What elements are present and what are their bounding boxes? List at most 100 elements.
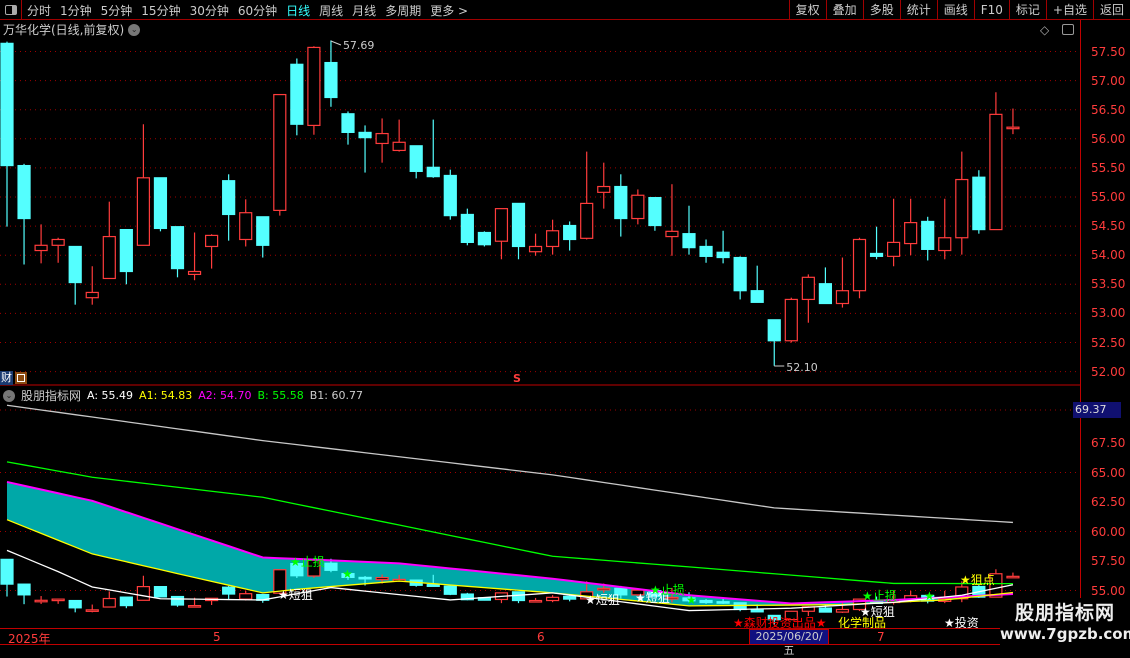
candle-body bbox=[222, 586, 236, 595]
indicator-candle bbox=[409, 579, 423, 587]
candle-body bbox=[631, 194, 645, 220]
price-candle bbox=[119, 228, 133, 285]
green-star-icon: ★ bbox=[342, 567, 353, 581]
candle-body bbox=[614, 185, 628, 220]
price-candle bbox=[938, 198, 952, 260]
candle-body bbox=[801, 276, 815, 301]
candle-body bbox=[597, 587, 611, 591]
candle-body bbox=[750, 608, 764, 613]
indicator-legend: ⌄ 股朋指标网 A: 55.49 A1: 54.83 A2: 54.70 B: … bbox=[3, 387, 363, 404]
watermark-name: 股朋指标网 bbox=[1014, 602, 1115, 624]
signal-stop: ★止损 bbox=[290, 555, 325, 569]
price-candle bbox=[341, 111, 355, 145]
price-tick: 53.50 bbox=[1091, 277, 1126, 292]
candle-body bbox=[324, 562, 338, 571]
candle-body bbox=[699, 245, 713, 257]
candle-body bbox=[563, 224, 577, 241]
price-candle bbox=[494, 208, 509, 260]
indicator-candle bbox=[85, 604, 99, 613]
candle-body bbox=[205, 234, 219, 248]
price-candle bbox=[187, 232, 202, 281]
signal-short: ★短狙 bbox=[278, 588, 313, 602]
chevron-down-icon[interactable]: ⌄ bbox=[3, 389, 15, 402]
candle-body bbox=[68, 245, 82, 284]
price-candle bbox=[989, 92, 1003, 231]
price-candle bbox=[51, 237, 65, 263]
indicator-tick: 60.00 bbox=[1091, 524, 1126, 539]
indicator-candle bbox=[34, 596, 48, 604]
candle-body bbox=[324, 61, 338, 99]
price-candle bbox=[85, 266, 99, 305]
price-axis[interactable]: 57.50 57.00 56.50 56.00 55.50 55.00 54.50 54.00… bbox=[1080, 20, 1130, 650]
price-candle bbox=[511, 202, 526, 260]
candle-body bbox=[34, 244, 48, 252]
price-candle bbox=[818, 267, 833, 305]
price-candle bbox=[852, 237, 867, 299]
candle-body bbox=[767, 319, 781, 342]
price-candle bbox=[324, 40, 338, 107]
indicator-tick: 62.50 bbox=[1091, 495, 1126, 509]
chart-canvas[interactable]: 57.6952.10★短狙★止损★止损★★短狙★短狙★止损★★森财投资出品★化学… bbox=[0, 0, 1080, 628]
indicator-name[interactable]: 股朋指标网 bbox=[21, 387, 81, 404]
candle-body bbox=[835, 608, 850, 613]
candle-body bbox=[494, 208, 509, 242]
price-candle bbox=[1006, 108, 1020, 135]
candle-body bbox=[51, 238, 65, 246]
candle-body bbox=[187, 270, 202, 276]
price-candle bbox=[784, 297, 798, 343]
candle-body bbox=[716, 601, 730, 604]
price-candle bbox=[801, 274, 815, 323]
candle-body bbox=[784, 298, 798, 342]
indicator-tick: 65.00 bbox=[1091, 465, 1126, 480]
candle-body bbox=[119, 596, 133, 607]
candle-body bbox=[818, 283, 833, 305]
price-candle bbox=[631, 189, 645, 225]
price-candle bbox=[972, 170, 986, 234]
candle-body bbox=[68, 599, 82, 609]
price-candle bbox=[835, 257, 850, 308]
candle-body bbox=[85, 609, 99, 612]
candle-body bbox=[102, 235, 116, 280]
candle-body bbox=[443, 585, 457, 595]
price-tick: 55.50 bbox=[1091, 160, 1126, 175]
info-icon[interactable] bbox=[15, 372, 27, 384]
candle-body bbox=[682, 233, 696, 249]
candle-body bbox=[0, 558, 14, 585]
price-candle bbox=[170, 226, 185, 278]
price-candle bbox=[733, 256, 747, 300]
candle-body bbox=[153, 586, 168, 598]
candle-body bbox=[580, 202, 594, 239]
candle-body bbox=[136, 586, 150, 601]
date-label-year: 2025年 bbox=[8, 632, 51, 646]
indicator-candle bbox=[17, 583, 31, 605]
candle-body bbox=[34, 599, 48, 603]
price-tick: 52.50 bbox=[1091, 335, 1126, 350]
price-candle bbox=[443, 169, 457, 220]
price-candle bbox=[665, 184, 679, 256]
indicator-candle bbox=[545, 595, 560, 603]
candle-body bbox=[904, 222, 918, 245]
price-tick: 57.50 bbox=[1091, 44, 1126, 59]
candle-body bbox=[222, 180, 236, 216]
indicator-candle bbox=[494, 592, 509, 604]
price-candle bbox=[477, 231, 491, 247]
indicator-candle bbox=[0, 558, 14, 597]
candle-body bbox=[750, 290, 764, 303]
candle-body bbox=[528, 599, 543, 603]
signal-brand: ★森财投资出品★ bbox=[733, 615, 827, 628]
price-tick: 53.00 bbox=[1091, 306, 1126, 321]
toolbar-button[interactable]: 返回 bbox=[1092, 0, 1130, 20]
candle-body bbox=[716, 251, 730, 259]
price-candle bbox=[580, 151, 594, 240]
candle-body bbox=[375, 577, 389, 581]
signal-short: ★短狙 bbox=[585, 593, 620, 607]
price-candle bbox=[375, 118, 389, 163]
watermark: 股朋指标网 www.7gpzb.com bbox=[1000, 598, 1130, 650]
candle-body bbox=[273, 93, 287, 211]
candle-body bbox=[545, 596, 560, 602]
finance-button[interactable]: 财 bbox=[0, 371, 13, 385]
candle-body bbox=[119, 228, 133, 273]
candle-body bbox=[392, 141, 406, 152]
price-tick: 54.00 bbox=[1091, 248, 1126, 263]
low-label: 52.10 bbox=[786, 361, 818, 374]
